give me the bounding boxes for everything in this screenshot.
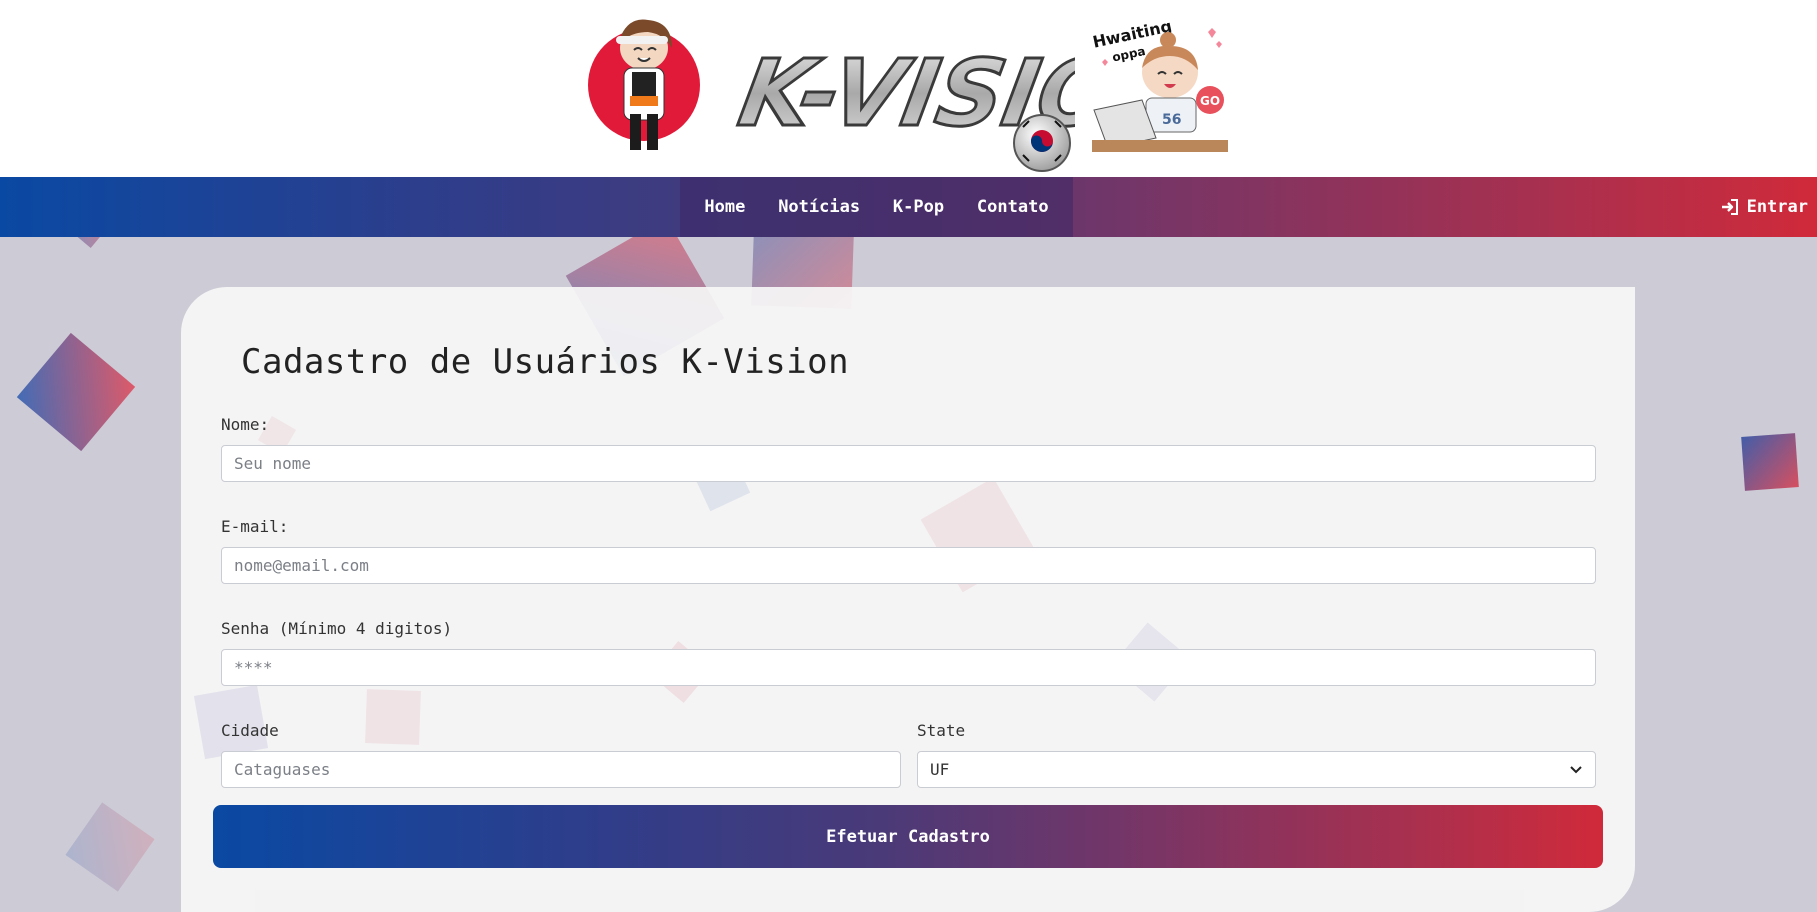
nav-link-kpop[interactable]: K-Pop	[893, 197, 944, 217]
nav-links-group: Home Notícias K-Pop Contato	[680, 177, 1073, 237]
nav-link-home[interactable]: Home	[704, 197, 745, 217]
city-label: Cidade	[221, 721, 279, 740]
chevron-down-icon	[1570, 765, 1582, 773]
email-input[interactable]	[221, 547, 1596, 584]
state-select[interactable]: UF	[917, 751, 1596, 788]
registration-card: Cadastro de Usuários K-Vision Nome: E-ma…	[181, 287, 1635, 912]
password-input[interactable]	[221, 649, 1596, 686]
svg-text:56: 56	[1162, 112, 1181, 128]
submit-button[interactable]: Efetuar Cadastro	[213, 805, 1603, 868]
email-label: E-mail:	[221, 517, 289, 536]
name-label: Nome:	[221, 415, 270, 434]
kpop-boy-mascot-logo	[588, 19, 700, 150]
city-input[interactable]	[221, 751, 901, 788]
svg-text:GO: GO	[1200, 94, 1220, 108]
sign-in-icon	[1721, 199, 1738, 215]
name-input[interactable]	[221, 445, 1596, 482]
nav-link-noticias[interactable]: Notícias	[778, 197, 860, 217]
state-label: State	[917, 721, 966, 740]
login-button[interactable]: Entrar	[1721, 177, 1808, 237]
password-label: Senha (Mínimo 4 digitos)	[221, 619, 453, 638]
nav-link-contato[interactable]: Contato	[977, 197, 1049, 217]
k-vision-logo: K-VISION	[730, 38, 1075, 172]
hwaiting-oppa-sticker: Hwaiting oppa 56 GO	[1091, 16, 1228, 152]
login-label: Entrar	[1746, 197, 1808, 217]
form-title: Cadastro de Usuários K-Vision	[241, 342, 850, 382]
state-selected-value: UF	[930, 760, 950, 779]
main-navbar: Home Notícias K-Pop Contato Entrar	[0, 177, 1817, 237]
site-header: K-VISION Hwaiting oppa 56 GO	[0, 0, 1817, 177]
